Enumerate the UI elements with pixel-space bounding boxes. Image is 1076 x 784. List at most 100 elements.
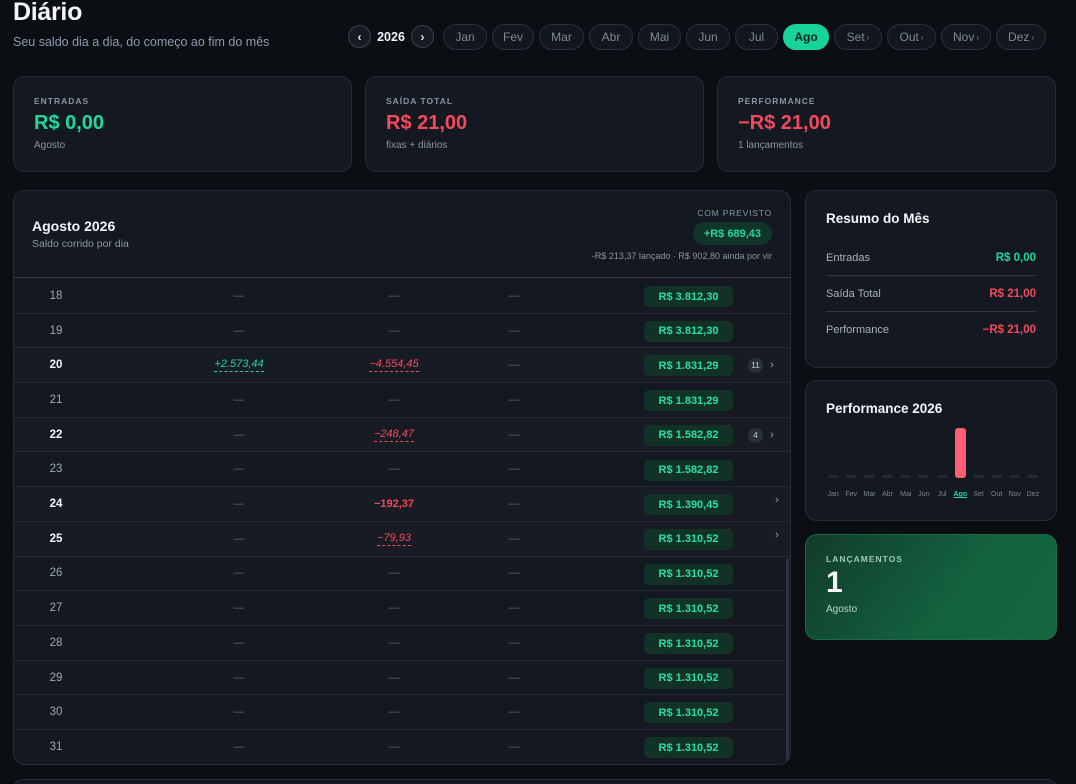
performance-bar-slot [898, 428, 914, 478]
month-tab-mar[interactable]: Mar [539, 24, 584, 50]
forecast-cell-value: — [508, 671, 520, 684]
table-row: 18 — — — R$ 3.812,30 [14, 279, 790, 314]
balance-pill: R$ 1.831,29 [644, 390, 733, 412]
chevron-right-icon[interactable]: › [772, 518, 782, 552]
chevron-right-icon[interactable]: › [772, 483, 782, 517]
income-cell-value: — [233, 567, 245, 580]
forecast-cell-value: — [508, 324, 520, 337]
income-stat-card: ENTRADAS R$ 0,00 Agosto [13, 76, 352, 172]
expense-cell[interactable]: −192,37 [334, 487, 454, 521]
month-tab-label: Mar [551, 30, 572, 44]
entries-count-badge: 4 [748, 427, 763, 443]
performance-month-label: Set [973, 491, 984, 498]
performance-month-label: Abr [882, 491, 894, 498]
entries-count-card: LANÇAMENTOS 1 Agosto [805, 534, 1057, 640]
chevron-right-icon[interactable]: › [767, 418, 777, 452]
expense-cell: — [334, 557, 454, 591]
income-cell: — [179, 522, 299, 556]
balance-pill: R$ 3.812,30 [644, 320, 733, 342]
forecast-cell-value: — [508, 463, 520, 476]
table-row[interactable]: 25 — −79,93 — R$ 1.310,52 › [14, 521, 790, 557]
summary-label: Entradas [826, 251, 871, 264]
month-tab-jun[interactable]: Jun [686, 24, 730, 50]
expense-cell: — [334, 626, 454, 660]
expense-cell: — [334, 314, 454, 348]
performance-bar-slot [861, 428, 877, 478]
forecast-note: -R$ 213,37 lançado · R$ 902,80 ainda por… [591, 251, 772, 261]
performance-bar-slot [880, 428, 896, 478]
forecast-cell: — [454, 383, 574, 417]
performance-bar [954, 428, 966, 478]
expense-cell-value: — [388, 671, 400, 684]
expense-cell[interactable]: −79,93 [334, 522, 454, 556]
daily-panel-header: Agosto 2026 Saldo corrido por dia COM PR… [14, 191, 790, 278]
month-tab-label: Abr [601, 30, 621, 44]
stat-label: PERFORMANCE [738, 96, 816, 106]
table-row: 28 — — — R$ 1.310,52 [14, 626, 790, 661]
expense-cell[interactable]: −248,47 [334, 418, 454, 452]
performance-month-label: Nov [1008, 491, 1022, 498]
month-tab-fev[interactable]: Fev [492, 24, 534, 50]
day-number: 22 [49, 428, 63, 441]
summary-line: Saída Total R$ 21,00 [826, 276, 1036, 312]
forecast-cell: — [454, 557, 574, 591]
performance-bar [845, 475, 857, 478]
expense-cell-value: — [388, 463, 400, 476]
month-tab-ago[interactable]: Ago [783, 24, 829, 50]
income-cell-value: — [233, 671, 245, 684]
forecast-cell: — [454, 314, 574, 348]
performance-month-label: Ago [953, 491, 968, 498]
performance-month-label: Jul [937, 491, 947, 498]
performance-bar [882, 475, 894, 478]
performance-bar [863, 475, 875, 478]
forecast-cell-value: — [508, 532, 520, 545]
table-row[interactable]: 22 — −248,47 — R$ 1.582,82 4 › [14, 417, 790, 453]
day-number: 31 [49, 740, 63, 753]
expense-cell-value: — [388, 567, 400, 580]
expense-cell-value: — [388, 636, 400, 649]
expense-cell-value: — [388, 324, 400, 337]
chevron-right-icon[interactable]: › [767, 348, 777, 382]
expense-cell-value: −4.554,45 [369, 358, 419, 373]
table-row: 29 — — — R$ 1.310,52 [14, 661, 790, 696]
month-tab-label: Out [899, 30, 919, 44]
month-tab-out[interactable]: Out › [887, 24, 936, 50]
month-tab-label: Nov [952, 30, 975, 44]
expense-stat-card: SAÍDA TOTAL R$ 21,00 fixas + diários [365, 76, 704, 172]
month-tab-set[interactable]: Set › [834, 24, 882, 50]
expense-cell-value: — [388, 289, 400, 302]
performance-bar [972, 475, 984, 478]
performance-bar-slot [825, 428, 841, 478]
day-number: 19 [49, 324, 63, 337]
scrollbar[interactable] [786, 558, 789, 764]
income-cell-value: +2.573,44 [214, 358, 264, 373]
forecast-cell-value: — [508, 428, 520, 441]
income-cell-value: — [233, 740, 245, 753]
performance-month-label: Out [990, 491, 1003, 498]
day-number: 23 [49, 463, 63, 476]
income-cell[interactable]: +2.573,44 [179, 348, 299, 382]
expense-cell-value: −248,47 [373, 427, 415, 442]
income-cell: — [179, 314, 299, 348]
next-year-button[interactable]: › [411, 25, 434, 48]
expense-cell[interactable]: −4.554,45 [334, 348, 454, 382]
month-tab-jul[interactable]: Jul [735, 24, 778, 50]
table-row: 31 — — — R$ 1.310,52 [14, 730, 790, 764]
month-tab-abr[interactable]: Abr [589, 24, 633, 50]
expense-cell-value: — [388, 706, 400, 719]
month-tab-mai[interactable]: Mai [638, 24, 681, 50]
stat-caption: fixas + diários [386, 140, 448, 151]
month-tab-nov[interactable]: Nov › [941, 24, 991, 50]
performance-bar-slot [916, 428, 932, 478]
forecast-cell: — [454, 487, 574, 521]
month-tab-jan[interactable]: Jan [443, 24, 487, 50]
day-number: 25 [49, 532, 63, 545]
month-tab-dez[interactable]: Dez › [996, 24, 1046, 50]
forecast-cell: — [454, 661, 574, 695]
prev-year-button[interactable]: ‹ [348, 25, 371, 48]
chevron-right-icon: › [1031, 32, 1034, 42]
income-cell: — [179, 418, 299, 452]
table-row[interactable]: 20 +2.573,44 −4.554,45 — R$ 1.831,29 11 › [14, 348, 790, 384]
expense-cell: — [334, 730, 454, 764]
table-row[interactable]: 24— −192,37— R$ 1.390,45 › [14, 487, 790, 522]
